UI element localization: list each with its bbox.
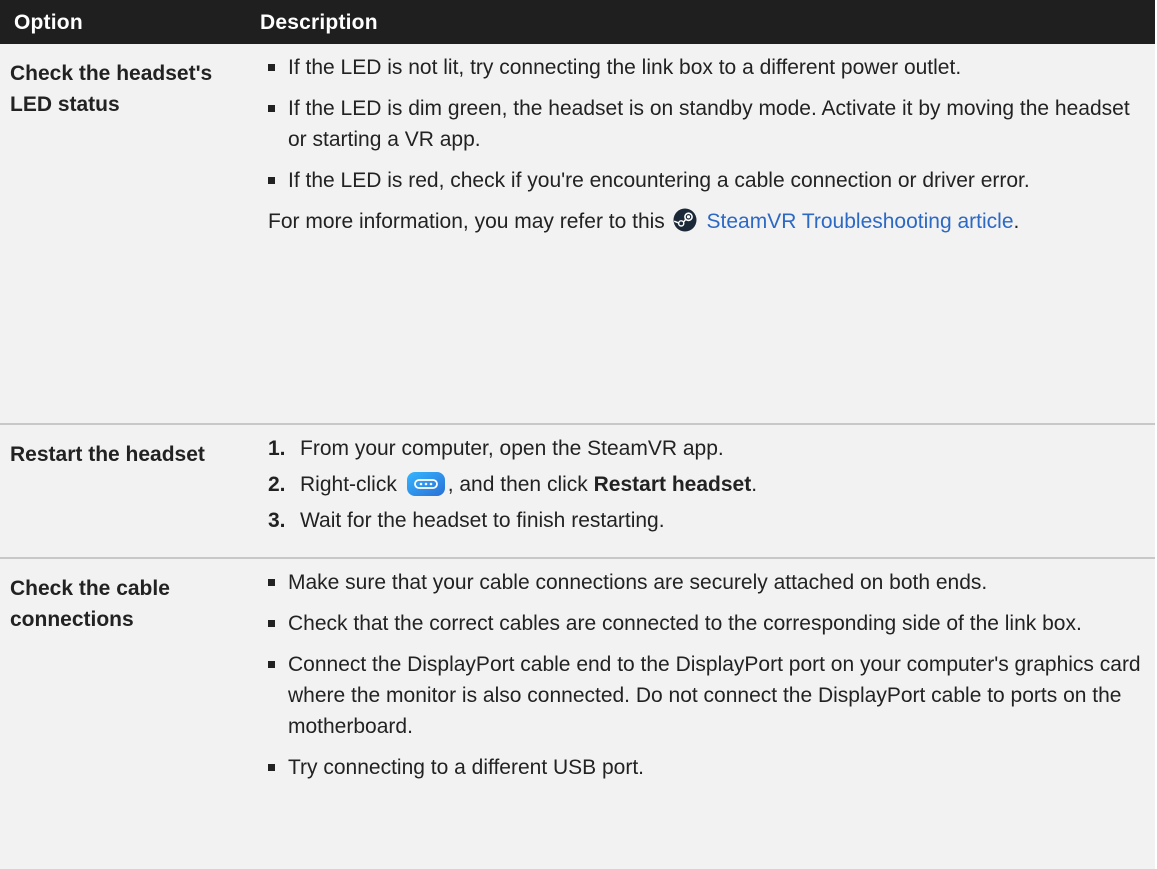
step-text-end: .	[751, 473, 758, 496]
troubleshooting-table: Option Description Check the headset's L…	[0, 0, 1155, 869]
step-number: 1.	[268, 437, 286, 460]
list-item: Connect the DisplayPort cable end to the…	[268, 649, 1151, 742]
step-text: From your computer, open the SteamVR app…	[300, 437, 724, 460]
more-info-paragraph: For more information, you may refer to t…	[268, 206, 1151, 237]
option-label: Restart the headset	[10, 443, 205, 466]
list-item-text: Check that the correct cables are connec…	[288, 612, 1082, 635]
step-text: Right-click	[300, 473, 397, 496]
list-item: If the LED is dim green, the headset is …	[268, 93, 1151, 155]
step-item: 1. From your computer, open the SteamVR …	[268, 433, 1151, 464]
steam-logo-icon	[673, 208, 697, 232]
step-item: 2. Right-click , and then click Restart …	[268, 469, 1151, 500]
step-text-middle: , and then click	[447, 473, 594, 496]
list-item-text: If the LED is not lit, try connecting th…	[288, 56, 962, 79]
list-item: Check that the correct cables are connec…	[268, 608, 1151, 639]
list-item-text: If the LED is dim green, the headset is …	[288, 97, 1130, 151]
step-item: 3. Wait for the headset to finish restar…	[268, 505, 1151, 536]
bullet-icon	[268, 764, 275, 771]
table-header-row: Option Description	[0, 0, 1155, 44]
bullet-icon	[268, 105, 275, 112]
steamvr-headset-icon	[406, 472, 445, 496]
bullet-icon	[268, 177, 275, 184]
list-item: Try connecting to a different USB port.	[268, 752, 1151, 783]
description-cell: 1. From your computer, open the SteamVR …	[248, 424, 1155, 559]
option-cell: Restart the headset	[0, 424, 248, 559]
bullet-icon	[268, 620, 275, 627]
list-item: If the LED is not lit, try connecting th…	[268, 52, 1151, 83]
list-item: If the LED is red, check if you're encou…	[268, 165, 1151, 196]
list-item-text: Make sure that your cable connections ar…	[288, 571, 988, 594]
option-label: Check the cable connections	[10, 577, 170, 631]
list-item-text: Connect the DisplayPort cable end to the…	[288, 653, 1141, 738]
header-option: Option	[0, 0, 248, 44]
step-number: 3.	[268, 509, 286, 532]
bullet-icon	[268, 661, 275, 668]
list-item-text: If the LED is red, check if you're encou…	[288, 169, 1030, 192]
bullet-icon	[268, 64, 275, 71]
more-info-text: For more information, you may refer to t…	[268, 210, 665, 233]
steamvr-troubleshooting-link[interactable]: SteamVR Troubleshooting article	[707, 210, 1014, 233]
page: Option Description Check the headset's L…	[0, 0, 1157, 869]
table-row: Check the headset's LED status If the LE…	[0, 44, 1155, 425]
bullet-list: If the LED is not lit, try connecting th…	[268, 52, 1151, 196]
bullet-icon	[268, 579, 275, 586]
header-description: Description	[248, 0, 1155, 44]
step-list: 1. From your computer, open the SteamVR …	[268, 433, 1151, 536]
list-item-text: Try connecting to a different USB port.	[288, 756, 645, 779]
more-info-suffix: .	[1013, 210, 1020, 233]
step-number: 2.	[268, 473, 286, 496]
step-text: Wait for the headset to finish restartin…	[300, 509, 665, 532]
table-row: Restart the headset 1. From your compute…	[0, 424, 1155, 559]
description-cell: If the LED is not lit, try connecting th…	[248, 44, 1155, 425]
table-row: Check the cable connections Make sure th…	[0, 558, 1155, 869]
option-label: Check the headset's LED status	[10, 62, 213, 116]
restart-headset-label: Restart headset	[593, 473, 752, 496]
list-item: Make sure that your cable connections ar…	[268, 567, 1151, 598]
description-cell: Make sure that your cable connections ar…	[248, 558, 1155, 869]
bullet-list: Make sure that your cable connections ar…	[268, 567, 1151, 783]
option-cell: Check the cable connections	[0, 558, 248, 869]
option-cell: Check the headset's LED status	[0, 44, 248, 425]
